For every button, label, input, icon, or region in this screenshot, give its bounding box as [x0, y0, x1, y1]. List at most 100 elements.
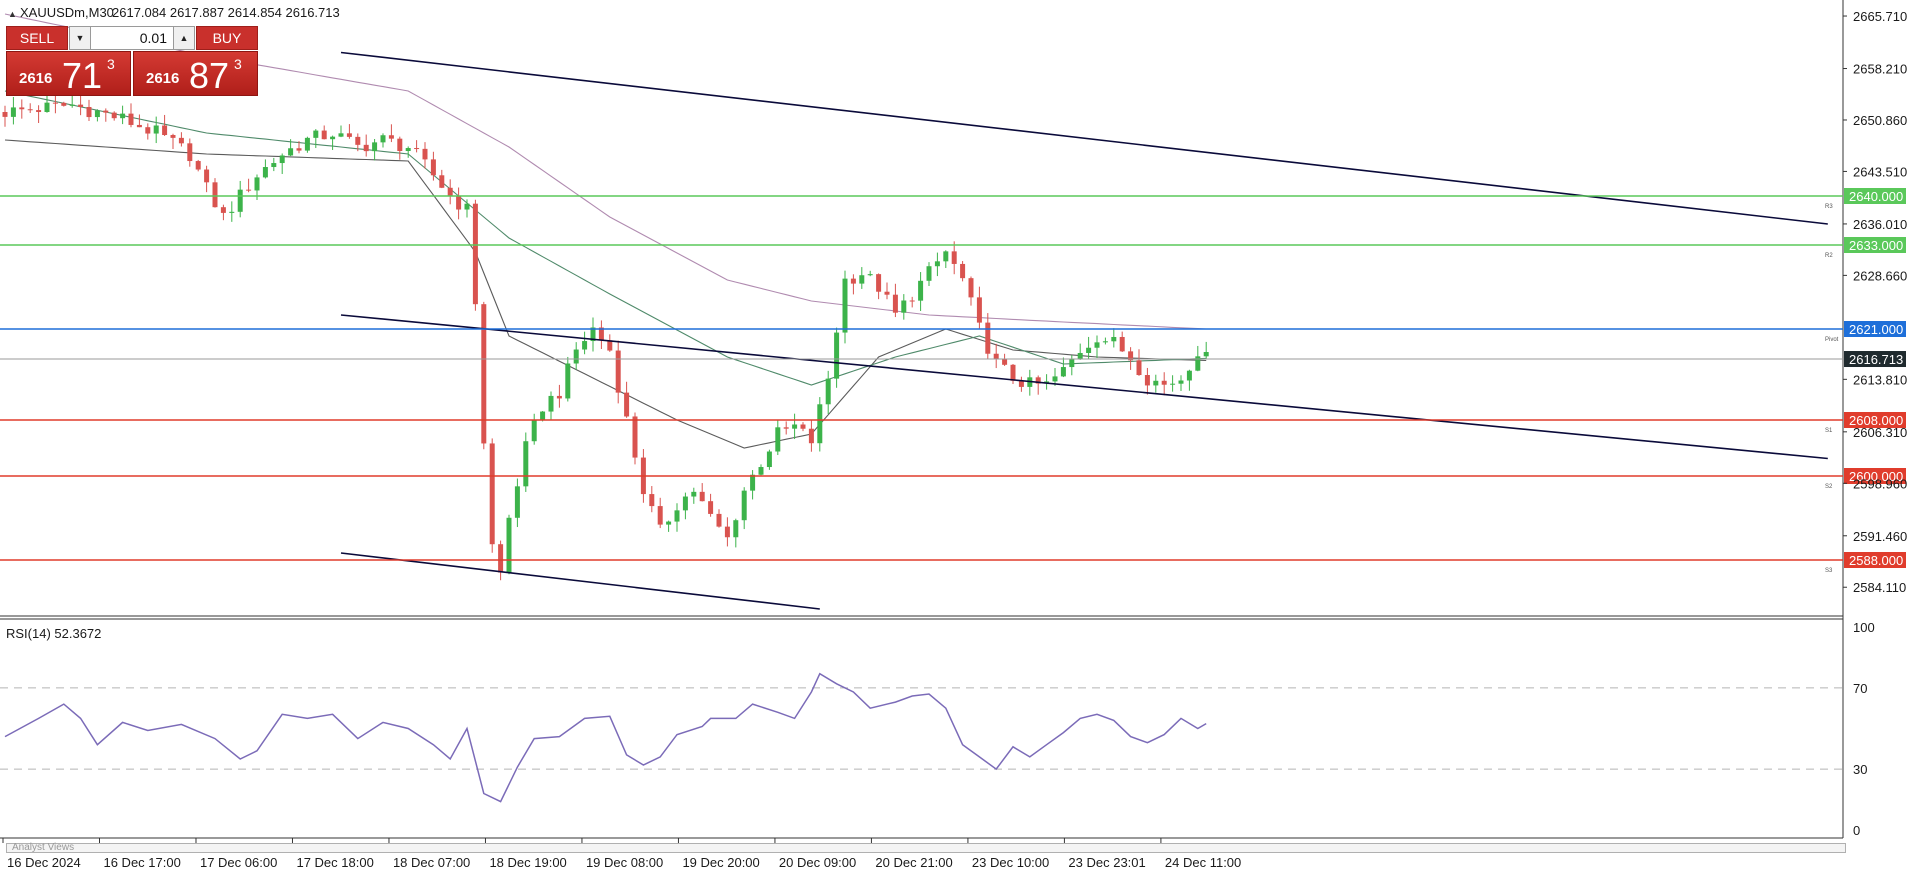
candle-body — [892, 294, 898, 313]
candle-body — [388, 135, 394, 139]
candle-body — [220, 207, 226, 213]
candle-body — [296, 148, 302, 151]
candle-body — [439, 175, 445, 188]
candle-body — [993, 353, 999, 360]
candle-body — [926, 266, 932, 281]
time-axis-label: 16 Dec 17:00 — [103, 855, 180, 870]
sell-price-box[interactable]: 2616 71 3 — [6, 51, 131, 96]
candle-body — [540, 411, 546, 420]
candle-body — [52, 102, 58, 104]
candle-body — [733, 520, 739, 538]
candle-body — [573, 349, 579, 364]
time-axis-label: 19 Dec 20:00 — [682, 855, 759, 870]
candle-body — [523, 441, 529, 487]
candle-body — [1161, 380, 1167, 385]
candle-body — [195, 161, 201, 170]
candle-body — [615, 350, 621, 393]
candle-body — [464, 203, 470, 210]
candle-body — [363, 144, 369, 152]
price-axis-label: 2591.460 — [1853, 529, 1907, 544]
level-price-tag: 2588.000 — [1849, 553, 1903, 568]
candle-body — [682, 496, 688, 511]
candle-body — [246, 189, 252, 191]
candle-body — [346, 133, 352, 137]
candle-body — [1102, 341, 1108, 343]
sell-price-small: 2616 — [19, 70, 53, 87]
candle-body — [1178, 380, 1184, 384]
candle-body — [666, 521, 672, 525]
candle-body — [313, 130, 319, 138]
candle-body — [876, 274, 882, 292]
candle-body — [162, 125, 168, 136]
candle-body — [178, 137, 184, 144]
candle-body — [758, 467, 764, 475]
candle-body — [2, 112, 8, 117]
level-name-tag: R3 — [1825, 204, 1833, 210]
candle-body — [170, 135, 176, 138]
candle-body — [884, 291, 890, 295]
price-panel — [0, 0, 1843, 616]
candle-body — [909, 300, 915, 302]
candle-body — [288, 148, 294, 156]
lot-increase-icon[interactable]: ▲ — [173, 26, 195, 50]
candle-body — [380, 135, 386, 143]
candle-body — [1052, 376, 1058, 382]
candle-body — [741, 490, 747, 521]
candle-body — [1060, 367, 1066, 377]
candle-body — [657, 506, 663, 525]
candle-body — [69, 104, 75, 106]
candle-body — [582, 341, 588, 350]
candle-body — [649, 494, 655, 507]
candle-body — [674, 510, 680, 522]
lot-decrease-icon[interactable]: ▼ — [69, 26, 91, 50]
level-price-tag: 2621.000 — [1849, 322, 1903, 337]
candle-body — [279, 155, 285, 164]
ohlc-readout: 2617.084 2617.887 2614.854 2616.713 — [112, 5, 340, 20]
candle-body — [1153, 380, 1159, 386]
candle-body — [850, 278, 856, 284]
candle-body — [271, 163, 277, 168]
candle-body — [1010, 364, 1016, 381]
time-axis-label: 19 Dec 08:00 — [586, 855, 663, 870]
chart-canvas[interactable]: 2640.000R32633.000R22621.000Pivot2608.00… — [0, 0, 1916, 874]
symbol-label: XAUUSDm,M30 — [20, 5, 114, 20]
rsi-axis-label: 70 — [1853, 681, 1867, 696]
candle-body — [187, 143, 193, 162]
candle-body — [10, 107, 16, 117]
candle-body — [94, 110, 100, 118]
candle-body — [1086, 347, 1092, 353]
candle-body — [808, 428, 814, 444]
time-axis-label: 18 Dec 19:00 — [489, 855, 566, 870]
candle-body — [918, 280, 924, 301]
candle-body — [321, 130, 327, 140]
analyst-views-bar[interactable] — [6, 843, 1846, 853]
collapse-arrow-icon[interactable]: ▲ — [8, 9, 17, 19]
candle-body — [1186, 370, 1192, 381]
buy-button[interactable]: BUY — [196, 26, 258, 50]
candle-body — [766, 451, 772, 468]
candle-body — [817, 404, 823, 444]
candle-body — [1195, 356, 1201, 371]
candle-body — [204, 169, 210, 183]
price-axis-label: 2613.810 — [1853, 372, 1907, 387]
price-axis-label: 2598.960 — [1853, 476, 1907, 491]
candle-body — [556, 395, 562, 399]
candle-body — [775, 427, 781, 452]
candle-body — [128, 113, 134, 125]
candle-body — [951, 251, 957, 264]
sell-button[interactable]: SELL — [6, 26, 68, 50]
rsi-line — [4, 672, 1207, 803]
buy-price-box[interactable]: 2616 87 3 — [133, 51, 258, 96]
candle-body — [985, 322, 991, 354]
candle-body — [372, 142, 378, 152]
time-axis-label: 24 Dec 11:00 — [1165, 855, 1241, 870]
candle-body — [1170, 383, 1176, 385]
candle-body — [27, 109, 33, 111]
candle-body — [1144, 375, 1150, 386]
time-axis-label: 23 Dec 10:00 — [972, 855, 1049, 870]
candle-body — [708, 501, 714, 514]
candle-body — [800, 424, 806, 429]
lot-size-input[interactable] — [91, 26, 173, 50]
candle-body — [565, 363, 571, 399]
candle-body — [624, 392, 630, 417]
